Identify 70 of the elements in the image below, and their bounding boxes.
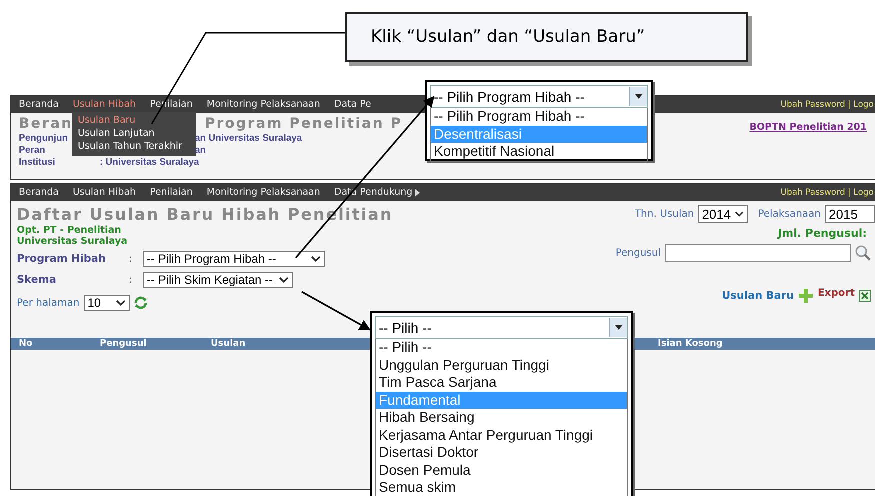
nav-link[interactable]: Data Pe <box>334 99 372 110</box>
account-links[interactable]: Ubah Password | Logo <box>780 100 875 110</box>
unit-label: Opt. PT - Penelitian <box>17 225 122 236</box>
filter-select[interactable]: -- Pilih Skim Kegiatan -- <box>143 272 293 288</box>
filter-label: Program Hibah <box>17 253 107 265</box>
column-header: Usulan <box>211 339 246 349</box>
colon: : <box>129 274 134 286</box>
filter-select[interactable]: -- Pilih Program Hibah -- <box>143 251 325 267</box>
page-title: Beran <box>19 116 72 133</box>
spreadsheet-icon[interactable] <box>859 290 871 302</box>
nav-link[interactable]: Monitoring Pelaksanaan <box>206 99 320 110</box>
colon: : <box>129 254 134 264</box>
info-value: : Universitas Suralaya <box>100 157 200 169</box>
info-label: Institusi <box>19 157 56 169</box>
dropdown-option[interactable]: Hibah Bersaing <box>376 409 627 426</box>
nav-link[interactable]: Usulan Hibah <box>72 99 136 110</box>
new-proposal-link[interactable]: Usulan Baru <box>722 290 794 302</box>
unit-label: Universitas Suralaya <box>17 236 129 247</box>
dropdown-option[interactable]: Unggulan Perguruan Tinggi <box>376 356 627 374</box>
page-title: Program Penelitian P <box>205 116 402 133</box>
dropdown-option[interactable]: -- Pilih -- <box>376 339 627 356</box>
period-link[interactable]: BOPTN Penelitian 201 <box>750 122 867 169</box>
chevron-icon <box>279 276 289 284</box>
proposer-label: Pengusul <box>616 248 661 258</box>
dropdown-option[interactable]: -- Pilih Program Hibah -- <box>431 108 647 126</box>
nav-link[interactable]: Monitoring Pelaksanaan <box>206 187 320 198</box>
chevron-icon <box>735 210 744 218</box>
dropdown-option[interactable]: Semua skim <box>376 479 627 496</box>
info-value: an Universitas Suralaya <box>195 133 302 145</box>
proposer-count-label: Jml. Pengusul: <box>778 227 867 240</box>
dropdown-option[interactable]: Dosen Pemula <box>376 462 627 479</box>
account-links[interactable]: Ubah Password | Logo <box>780 188 875 198</box>
execution-select[interactable]: 2015 <box>825 205 875 223</box>
program-select[interactable]: -- Pilih Program Hibah -- <box>430 85 648 108</box>
year-select[interactable]: 2014 <box>698 205 748 223</box>
year-label: Thn. Usulan <box>634 208 694 220</box>
caret-icon <box>614 325 622 330</box>
dropdown-option[interactable]: Kerjasama Antar Perguruan Tinggi <box>376 426 627 444</box>
nav-link[interactable]: Beranda <box>19 99 59 110</box>
nav-link[interactable]: Penilaian <box>150 187 193 198</box>
info-value: an <box>195 145 206 157</box>
chevron-icon <box>116 300 126 306</box>
refresh-icon[interactable] <box>134 296 148 310</box>
column-header: Pengusul <box>100 339 147 349</box>
dropdown-option[interactable]: Tim Pasca Sarjana <box>376 374 627 392</box>
column-header: No <box>19 339 33 349</box>
menu-item[interactable]: Usulan Baru <box>72 114 196 127</box>
menu-item[interactable]: Usulan Lanjutan <box>72 127 196 140</box>
caret-icon <box>634 94 642 99</box>
nav-link[interactable]: Penilaian <box>150 99 193 110</box>
dropdown-option[interactable]: Kompetitif Nasional <box>431 143 647 160</box>
dropdown-button[interactable] <box>629 87 647 106</box>
proposer-input[interactable] <box>665 244 851 262</box>
dropdown-option[interactable]: Disertasi Doktor <box>376 444 627 462</box>
column-header: Isian Kosong <box>658 339 723 349</box>
chevron-icon <box>311 256 321 262</box>
nav-link[interactable]: Beranda <box>19 187 59 198</box>
submenu-arrow-icon <box>414 188 420 196</box>
info-label: Pengunjun <box>19 133 70 145</box>
menu-item[interactable]: Usulan Tahun Terakhir <box>72 140 196 153</box>
per-page-label: Per halaman <box>17 298 80 308</box>
scheme-select[interactable]: -- Pilih -- <box>375 316 628 339</box>
nav-link[interactable]: Usulan Hibah <box>72 187 136 198</box>
filter-label: Skema <box>17 274 58 286</box>
per-page-select[interactable]: 10 <box>84 295 130 311</box>
execution-label: Pelaksanaan <box>758 208 821 220</box>
search-icon[interactable] <box>855 245 871 261</box>
info-label: Peran <box>19 145 46 157</box>
export-link[interactable]: Export <box>818 288 855 299</box>
dropdown-button[interactable] <box>609 318 627 337</box>
